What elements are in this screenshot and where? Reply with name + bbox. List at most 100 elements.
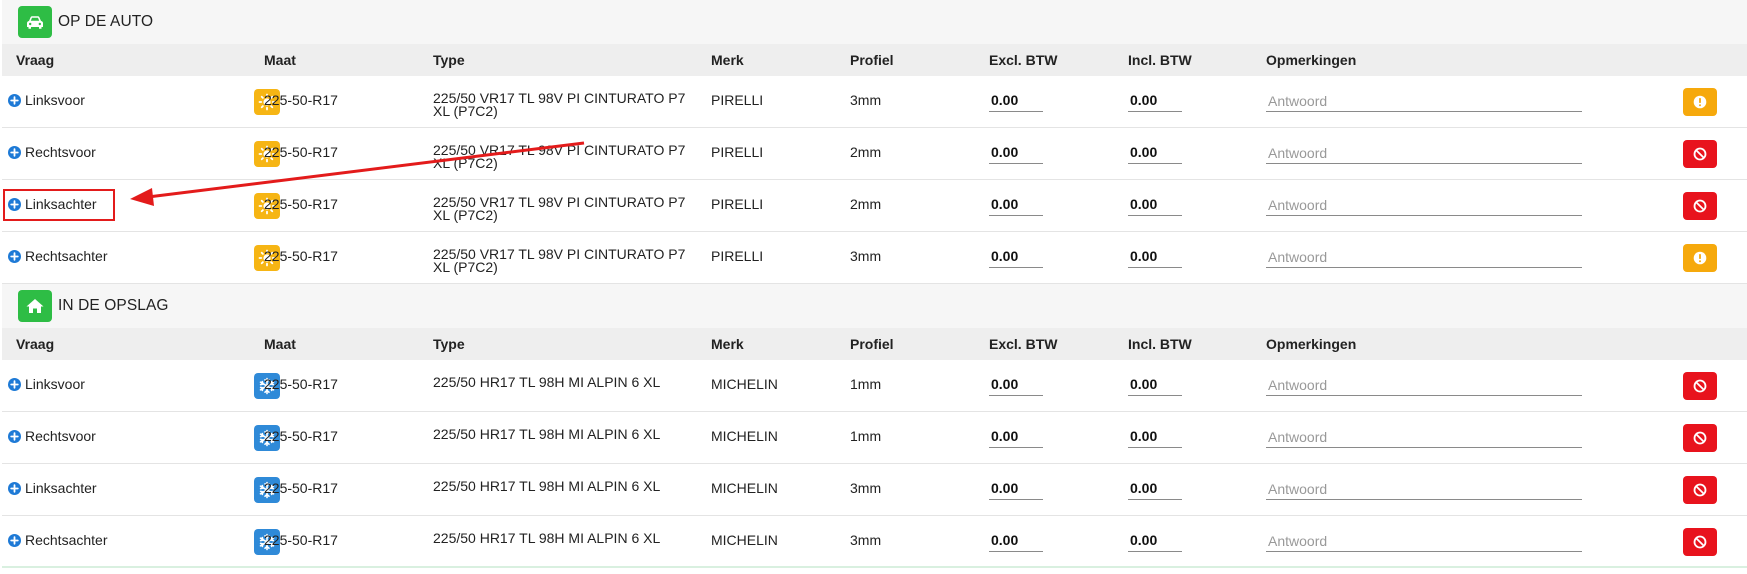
vraag-cell[interactable]: Rechtsachter [8,248,107,264]
vraag-cell[interactable]: Linksachter [8,480,97,496]
opmerking-input[interactable] [1266,194,1582,216]
vraag-cell[interactable]: Rechtsachter [8,532,107,548]
block-button[interactable] [1683,192,1717,220]
excl-btw-input[interactable]: 0.00 [989,144,1043,164]
table-row: Linksvoor 225-50-R17 225/50 VR17 TL 98V … [2,76,1747,128]
plus-circle-icon[interactable] [8,145,21,159]
block-icon [1693,431,1707,445]
type-cell: 225/50 HR17 TL 98H MI ALPIN 6 XL [433,478,661,494]
rows-container: Linksvoor 225-50-R17 225/50 HR17 TL 98H … [2,360,1747,568]
block-icon [1693,199,1707,213]
incl-btw-input[interactable]: 0.00 [1128,532,1182,552]
incl-btw-input[interactable]: 0.00 [1128,92,1182,112]
maat-cell: 225-50-R17 [264,428,338,444]
block-button[interactable] [1683,140,1717,168]
col-excl-btw: Excl. BTW [989,336,1058,352]
section-header: IN DE OPSLAG [2,284,1747,328]
excl-btw-input[interactable]: 0.00 [989,92,1043,112]
annotation-highlight-box [3,189,115,221]
incl-btw-input[interactable]: 0.00 [1128,480,1182,500]
type-cell: 225/50 HR17 TL 98H MI ALPIN 6 XL [433,530,661,546]
maat-cell: 225-50-R17 [264,144,338,160]
excl-btw-input[interactable]: 0.00 [989,428,1043,448]
type-cell: 225/50 VR17 TL 98V PI CINTURATO P7 XL (P… [433,90,686,119]
maat-cell: 225-50-R17 [264,248,338,264]
vraag-cell[interactable]: Rechtsvoor [8,144,96,160]
excl-btw-input[interactable]: 0.00 [989,480,1043,500]
plus-circle-icon[interactable] [8,377,21,391]
opmerking-input[interactable] [1266,246,1582,268]
vraag-label: Linksvoor [25,376,85,392]
table-row: Linksachter 225-50-R17 225/50 VR17 TL 98… [2,180,1747,232]
plus-circle-icon[interactable] [8,249,21,263]
column-header-row: Vraag Maat Type Merk Profiel Excl. BTW I… [2,44,1747,76]
plus-circle-icon[interactable] [8,481,21,495]
maat-cell: 225-50-R17 [264,196,338,212]
col-opmerkingen: Opmerkingen [1266,336,1357,352]
incl-btw-input[interactable]: 0.00 [1128,196,1182,216]
vraag-cell[interactable]: Linksvoor [8,376,85,392]
warning-icon [1693,251,1707,265]
rows-container: Linksvoor 225-50-R17 225/50 VR17 TL 98V … [2,76,1747,284]
warning-button[interactable] [1683,88,1717,116]
section-header: OP DE AUTO [2,0,1747,44]
plus-circle-icon[interactable] [8,429,21,443]
col-excl-btw: Excl. BTW [989,52,1058,68]
col-type: Type [433,336,465,352]
merk-cell: PIRELLI [711,144,764,160]
table-row: Rechtsachter 225-50-R17 225/50 VR17 TL 9… [2,232,1747,284]
profiel-cell: 3mm [850,248,882,264]
profiel-cell: 1mm [850,428,882,444]
warning-button[interactable] [1683,244,1717,272]
warning-icon [1693,95,1707,109]
type-cell: 225/50 VR17 TL 98V PI CINTURATO P7 XL (P… [433,194,686,223]
opmerking-input[interactable] [1266,90,1582,112]
incl-btw-input[interactable]: 0.00 [1128,144,1182,164]
column-header-row: Vraag Maat Type Merk Profiel Excl. BTW I… [2,328,1747,360]
tire-section: OP DE AUTO Vraag Maat Type Merk Profiel … [2,0,1747,284]
block-icon [1693,379,1707,393]
excl-btw-input[interactable]: 0.00 [989,196,1043,216]
type-cell: 225/50 HR17 TL 98H MI ALPIN 6 XL [433,426,661,442]
block-button[interactable] [1683,424,1717,452]
excl-btw-input[interactable]: 0.00 [989,248,1043,268]
merk-cell: PIRELLI [711,92,764,108]
table-row: Linksvoor 225-50-R17 225/50 HR17 TL 98H … [2,360,1747,412]
excl-btw-input[interactable]: 0.00 [989,376,1043,396]
block-button[interactable] [1683,476,1717,504]
merk-cell: MICHELIN [711,480,778,496]
plus-circle-icon[interactable] [8,533,21,547]
table-row: Rechtsachter 225-50-R17 225/50 HR17 TL 9… [2,516,1747,568]
col-maat: Maat [264,336,296,352]
profiel-cell: 2mm [850,196,882,212]
opmerking-input[interactable] [1266,426,1582,448]
incl-btw-input[interactable]: 0.00 [1128,428,1182,448]
col-vraag: Vraag [16,52,55,68]
profiel-cell: 2mm [850,144,882,160]
col-merk: Merk [711,52,744,68]
col-profiel: Profiel [850,52,894,68]
opmerking-input[interactable] [1266,478,1582,500]
vraag-label: Rechtsvoor [25,144,96,160]
block-button[interactable] [1683,372,1717,400]
table-row: Rechtsvoor 225-50-R17 225/50 VR17 TL 98V… [2,128,1747,180]
block-button[interactable] [1683,528,1717,556]
plus-circle-icon[interactable] [8,93,21,107]
col-incl-btw: Incl. BTW [1128,52,1192,68]
opmerking-input[interactable] [1266,374,1582,396]
bottom-divider [2,566,1747,568]
maat-cell: 225-50-R17 [264,92,338,108]
incl-btw-input[interactable]: 0.00 [1128,248,1182,268]
profiel-cell: 3mm [850,480,882,496]
vraag-cell[interactable]: Linksvoor [8,92,85,108]
incl-btw-input[interactable]: 0.00 [1128,376,1182,396]
profiel-cell: 1mm [850,376,882,392]
vraag-label: Rechtsvoor [25,428,96,444]
type-cell: 225/50 VR17 TL 98V PI CINTURATO P7 XL (P… [433,142,686,171]
car-icon [18,6,52,38]
vraag-label: Rechtsachter [25,532,108,548]
vraag-cell[interactable]: Rechtsvoor [8,428,96,444]
opmerking-input[interactable] [1266,142,1582,164]
opmerking-input[interactable] [1266,530,1582,552]
excl-btw-input[interactable]: 0.00 [989,532,1043,552]
